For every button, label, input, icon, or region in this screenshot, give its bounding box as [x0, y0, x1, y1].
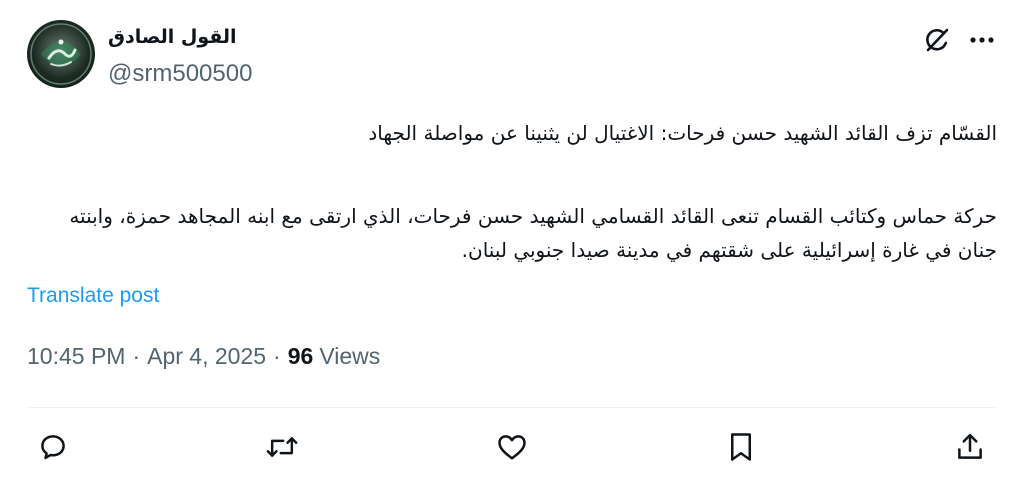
translate-post-link[interactable]: Translate post [27, 284, 159, 308]
more-icon [970, 37, 994, 43]
meta-separator: · [273, 343, 281, 369]
user-handle[interactable]: @srm500500 [108, 60, 252, 88]
heart-icon [498, 435, 526, 460]
tweet-header: القول الصادق @srm500500 [0, 0, 1024, 100]
grok-button[interactable] [919, 22, 955, 58]
divider [27, 407, 997, 408]
more-button[interactable] [964, 22, 1000, 58]
bookmark-icon [731, 433, 751, 461]
tweet-text-paragraph-1: القسّام تزف القائد الشهيد حسن فرحات: الا… [368, 121, 997, 145]
bookmark-button[interactable] [721, 427, 761, 467]
share-button[interactable] [950, 427, 990, 467]
tweet-time[interactable]: 10:45 PM [27, 343, 125, 370]
retweet-button[interactable] [262, 427, 302, 467]
retweet-icon [266, 437, 298, 457]
reply-icon [41, 435, 65, 460]
like-button[interactable] [492, 427, 532, 467]
display-name[interactable]: القول الصادق [108, 26, 237, 48]
reply-button[interactable] [33, 427, 73, 467]
tweet-text-paragraph-2: حركة حماس وكتائب القسام تنعى القائد القس… [69, 204, 997, 262]
tweet-date[interactable]: Apr 4, 2025 [147, 343, 266, 370]
avatar[interactable] [27, 20, 95, 88]
grok-icon [926, 28, 949, 52]
tweet-meta: 10:45 PM · Apr 4, 2025 · 96 Views [27, 343, 380, 370]
share-icon [958, 433, 982, 459]
views-label: Views [319, 343, 381, 369]
views-count: 96 [287, 343, 314, 369]
meta-separator: · [132, 343, 141, 369]
